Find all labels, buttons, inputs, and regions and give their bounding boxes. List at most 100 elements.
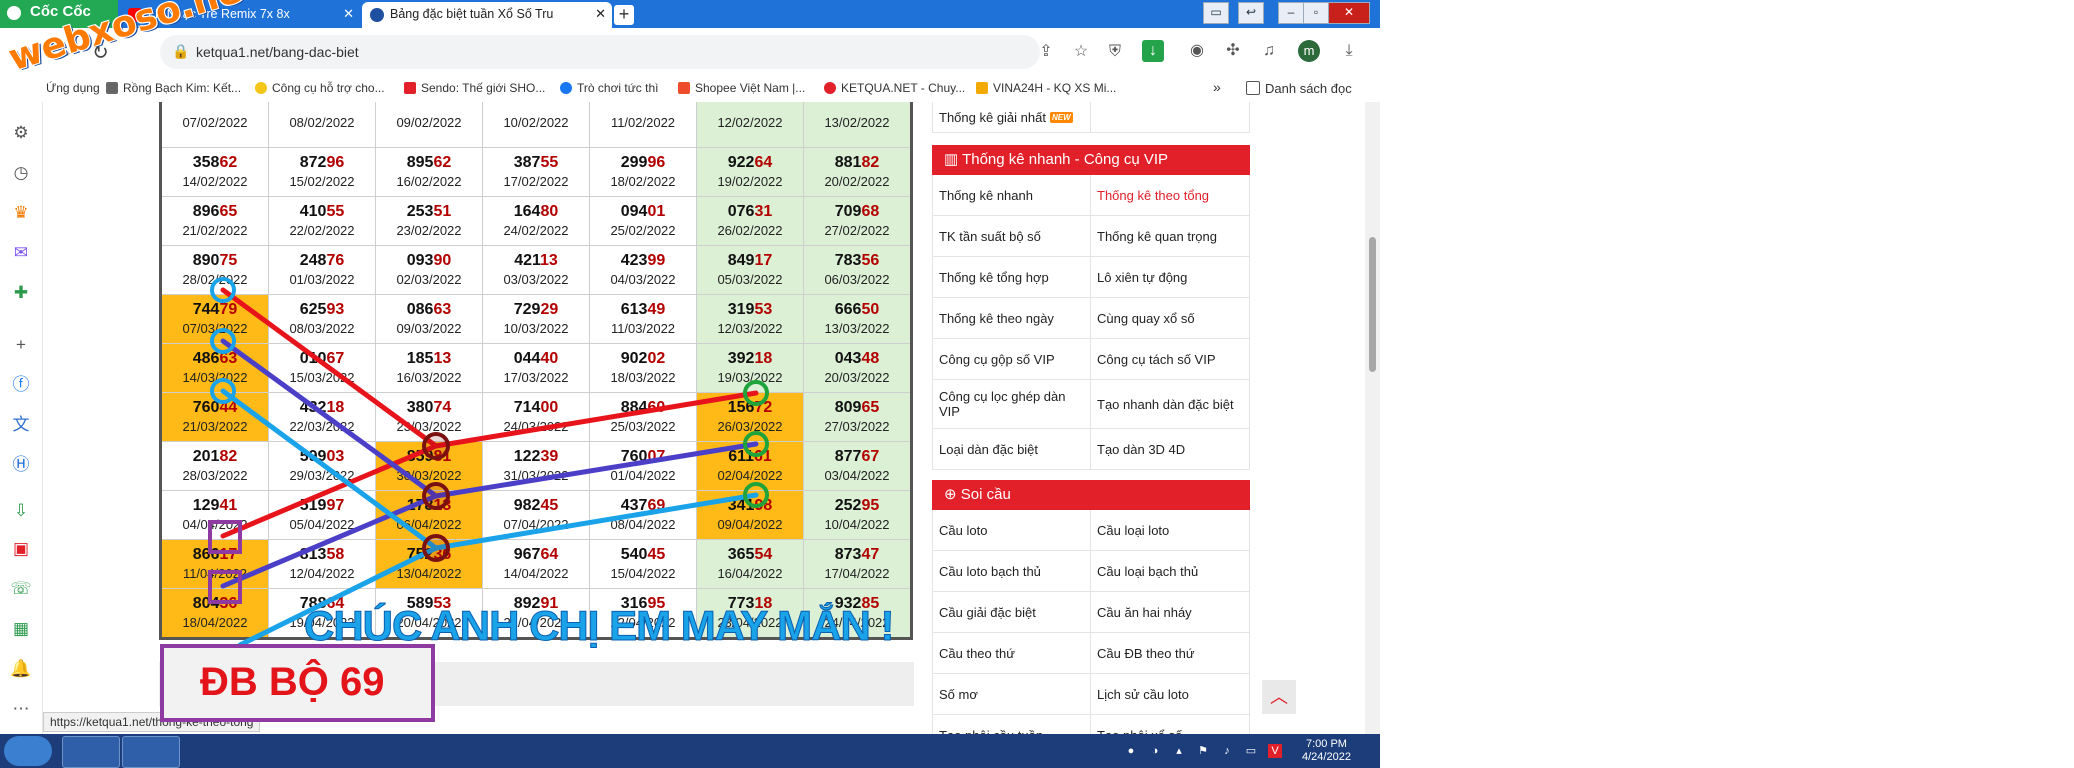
- panel-link[interactable]: Cầu giải đặc biệt: [933, 592, 1091, 632]
- media-icon[interactable]: ♫: [1258, 40, 1280, 62]
- panel-row: Loại dàn đặc biệt Tạo dàn 3D 4D: [932, 429, 1250, 470]
- share-icon[interactable]: ⇪: [1035, 41, 1057, 63]
- result-cell: 92264 19/02/2022: [696, 147, 804, 197]
- tray-icon[interactable]: ▭: [1244, 744, 1258, 758]
- result-date: 29/03/2022: [289, 468, 355, 483]
- bookmark-star-icon[interactable]: ☆: [1070, 41, 1092, 63]
- puzzle-icon[interactable]: ✣: [1222, 40, 1244, 62]
- panel-link[interactable]: Công cụ lọc ghép dàn VIP: [933, 380, 1091, 428]
- tray-icon[interactable]: V: [1268, 744, 1282, 758]
- clock[interactable]: 7:00 PM 4/24/2022: [1302, 738, 1351, 764]
- panel-link[interactable]: Thống kê nhanh: [933, 175, 1091, 215]
- result-cell: 38074 23/03/2022: [375, 392, 483, 442]
- panel-link[interactable]: Cầu ăn hai nháy: [1091, 592, 1249, 632]
- panel-link[interactable]: Cầu theo thứ: [933, 633, 1091, 673]
- tray-icon[interactable]: ◑: [1148, 744, 1162, 758]
- panel-link[interactable]: Công cụ gộp số VIP: [933, 339, 1091, 379]
- chat-icon[interactable]: ☏: [10, 578, 32, 600]
- crown-icon[interactable]: ♛: [10, 202, 32, 224]
- panel-link[interactable]: Lịch sử cầu loto: [1091, 674, 1249, 714]
- sale-icon[interactable]: ▣: [10, 538, 32, 560]
- start-button[interactable]: [4, 736, 52, 766]
- panel-link[interactable]: Tạo nhanh dàn đặc biệt: [1091, 380, 1249, 428]
- bookmark-item[interactable]: Rồng Bạch Kim: Kết...: [106, 81, 241, 95]
- minimize-button[interactable]: –: [1278, 2, 1304, 24]
- panel-link[interactable]: Cầu loto: [933, 510, 1091, 550]
- slogan-text: CHÚC ANH CHỊ EM MAY MẮN !: [303, 602, 894, 650]
- panel-link[interactable]: Cùng quay xổ số: [1091, 298, 1249, 338]
- search-tab-icon[interactable]: ▭: [1203, 2, 1229, 24]
- bookmark-item[interactable]: Sendo: Thế giới SHO...: [404, 81, 545, 95]
- download-green-icon[interactable]: ↓: [1142, 40, 1164, 62]
- result-number: 43769: [590, 496, 696, 516]
- panel-link[interactable]: Cầu ĐB theo thứ: [1091, 633, 1249, 673]
- bookmark-item[interactable]: Công cụ hỗ trợ cho...: [255, 81, 385, 95]
- taskbar-app[interactable]: [122, 736, 180, 768]
- tray-icon[interactable]: ▴: [1172, 744, 1186, 758]
- panel-link[interactable]: Thống kê tổng hợp: [933, 257, 1091, 297]
- panel-link[interactable]: Thống kê theo tổng: [1091, 175, 1249, 215]
- result-cell: 62593 08/03/2022: [268, 294, 376, 344]
- panel-link[interactable]: TK tần suất bộ số: [933, 216, 1091, 256]
- more-bookmarks-icon[interactable]: »: [1213, 79, 1221, 95]
- scrollbar[interactable]: [1365, 102, 1380, 734]
- h-app-icon[interactable]: Ⓗ: [10, 454, 32, 476]
- bookmark-item[interactable]: Trò chơi tức thì: [560, 81, 658, 95]
- shield-icon[interactable]: ⛨: [1104, 41, 1126, 63]
- close-icon[interactable]: ✕: [343, 6, 354, 22]
- taskbar-coccoc[interactable]: [62, 736, 120, 768]
- gear-icon[interactable]: ⚙: [10, 122, 32, 144]
- panel-link[interactable]: Thống kê theo ngày: [933, 298, 1091, 338]
- address-bar[interactable]: 🔒 ketqua1.net/bang-dac-biet ⇪ ☆ ⛨: [160, 35, 1121, 69]
- panel-link[interactable]: Tạo phôi xổ số: [1091, 715, 1249, 735]
- panel-link[interactable]: Số mơ: [933, 674, 1091, 714]
- avatar[interactable]: m: [1298, 40, 1320, 62]
- panel-link[interactable]: Lô xiên tự động: [1091, 257, 1249, 297]
- sheet-icon[interactable]: ▦: [10, 618, 32, 640]
- panel-link[interactable]: Cầu loto bạch thủ: [933, 551, 1091, 591]
- result-number: 85981: [376, 447, 482, 467]
- panel-link[interactable]: Công cụ tách số VIP: [1091, 339, 1249, 379]
- result-number: 39218: [697, 349, 803, 369]
- scrollbar-thumb[interactable]: [1369, 237, 1376, 372]
- result-number: 86617: [162, 545, 268, 565]
- panel-link[interactable]: Thống kê quan trọng: [1091, 216, 1249, 256]
- url-text[interactable]: ketqua1.net/bang-dac-biet: [196, 44, 359, 60]
- close-icon[interactable]: ✕: [595, 6, 606, 22]
- bookmark-item[interactable]: Shopee Việt Nam |...: [678, 81, 805, 95]
- panel-link[interactable]: Tạo dàn 3D 4D: [1091, 429, 1249, 469]
- close-window-button[interactable]: ✕: [1328, 2, 1370, 24]
- bookmark-item[interactable]: KETQUA.NET - Chuy...: [824, 81, 965, 95]
- extension-color-icon[interactable]: ◉: [1186, 40, 1208, 62]
- tray-icon[interactable]: ⚑: [1196, 744, 1210, 758]
- panel-link[interactable]: Tạo phôi cầu tuần: [933, 715, 1091, 734]
- maximize-button[interactable]: ▫: [1303, 2, 1329, 24]
- result-cell: 75236 13/04/2022: [375, 539, 483, 589]
- panel-link[interactable]: Cầu loại loto: [1091, 510, 1249, 550]
- gamepad-icon[interactable]: ✚: [10, 282, 32, 304]
- bell-icon[interactable]: 🔔: [10, 658, 32, 680]
- messenger-icon[interactable]: ✉: [10, 242, 32, 264]
- new-tab-button[interactable]: +: [614, 5, 634, 25]
- back-arrow-icon[interactable]: ↩: [1238, 2, 1264, 24]
- scroll-to-top-button[interactable]: ︿: [1262, 680, 1296, 714]
- bookmark-item[interactable]: Ứng dụng: [46, 81, 100, 95]
- panel-link-giai-nhat[interactable]: Thống kê giải nhất NEW: [933, 102, 1091, 132]
- bookmark-item[interactable]: VINA24H - KQ XS Mi...: [976, 81, 1116, 95]
- reading-list-button[interactable]: Danh sách đọc: [1246, 81, 1352, 96]
- result-date: 07/04/2022: [503, 517, 569, 532]
- facebook-icon[interactable]: ⓕ: [10, 374, 32, 396]
- translate-icon[interactable]: 文: [10, 414, 32, 436]
- download-manager-icon[interactable]: ⇩: [10, 500, 32, 522]
- result-date: 03/04/2022: [824, 468, 890, 483]
- history-icon[interactable]: ◷: [10, 162, 32, 184]
- speaker-icon[interactable]: ♪: [1220, 744, 1234, 758]
- panel-link[interactable]: Cầu loại bạch thủ: [1091, 551, 1249, 591]
- result-cell: 70968 27/02/2022: [803, 196, 912, 246]
- download-icon[interactable]: ⤓: [1338, 40, 1360, 62]
- tab-active[interactable]: Bảng đặc biệt tuần Xổ Số Tru ✕: [362, 2, 612, 28]
- add-icon[interactable]: +: [10, 334, 32, 356]
- panel-link[interactable]: Loại dàn đặc biệt: [933, 429, 1091, 469]
- more-icon[interactable]: ⋯: [10, 698, 32, 720]
- tray-icon[interactable]: ●: [1124, 744, 1138, 758]
